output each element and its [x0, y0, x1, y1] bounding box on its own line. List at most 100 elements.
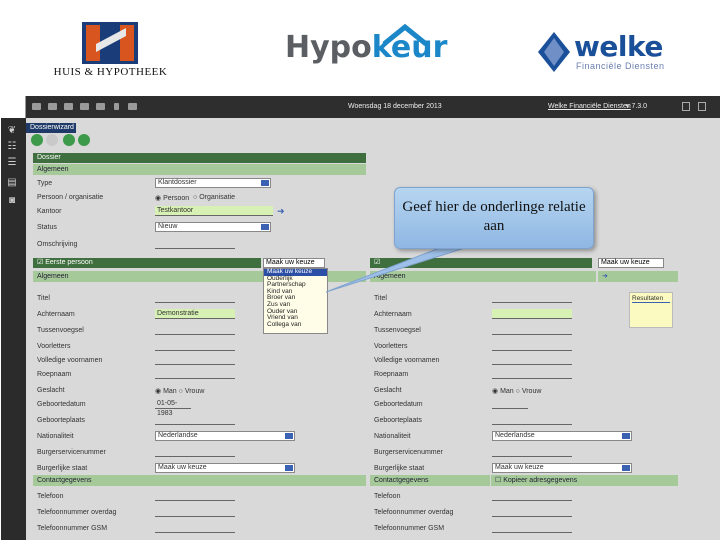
contact-input[interactable] [492, 507, 572, 517]
left-field-input[interactable] [155, 415, 235, 425]
right-civil-state-select[interactable]: Maak uw keuze [492, 463, 632, 473]
right-field-input[interactable] [492, 399, 528, 409]
left-row: Nationaliteit Nederlandse [33, 430, 366, 444]
forward-icon[interactable] [46, 134, 58, 146]
right-row: Volledige voornamen [370, 354, 596, 368]
kantoor-field[interactable]: Testkantoor [155, 206, 273, 216]
right-field-input[interactable] [492, 341, 572, 351]
close-icon[interactable] [698, 102, 706, 111]
check-icon[interactable] [63, 134, 75, 146]
right-field-input[interactable] [492, 447, 572, 457]
relation-select-left[interactable]: Maak uw keuze [263, 258, 325, 268]
welke-subtext: Financiële Diensten [576, 61, 665, 71]
sliders-icon[interactable]: ☰ [6, 158, 18, 168]
back-icon[interactable] [31, 134, 43, 146]
left-field-input[interactable] [155, 341, 235, 351]
left-field-input[interactable] [155, 369, 235, 379]
right-gender-radios[interactable]: ◉ Man ○ Vrouw [492, 387, 541, 395]
left-field-input[interactable] [155, 447, 235, 457]
result-label: Resultaten [632, 295, 670, 303]
right-field-label: Voorletters [374, 343, 408, 350]
right-field-input[interactable] [492, 355, 572, 365]
left-contact-row: Telefoonnummer overdag [33, 506, 366, 520]
copy-address-cell[interactable]: ☐ Kopieer adresgegevens [491, 475, 678, 486]
hypokeur-logo: Hypokeur [285, 24, 447, 80]
first-person-header: ☑ Eerste persoon [33, 258, 261, 268]
right-contact-row: Telefoonnummer overdag [370, 506, 596, 520]
right-field-label: Roepnaam [374, 371, 409, 378]
monitor-icon[interactable] [32, 103, 41, 110]
office-link[interactable]: Welke Financiële Diensten [548, 103, 631, 110]
right-row: Titel [370, 292, 596, 306]
left-row: Burgerlijke staat Maak uw keuze [33, 462, 366, 476]
left-field-label: Tussenvoegsel [37, 327, 84, 334]
left-nationality-select[interactable]: Nederlandse [155, 431, 295, 441]
leaf-icon[interactable]: ❦ [6, 126, 18, 136]
row-kantoor: Kantoor Testkantoor ➜ [33, 205, 366, 219]
relation-select-right-value: Maak uw keuze [601, 259, 650, 266]
radio-organisatie[interactable]: ○ Organisatie [193, 194, 235, 201]
right-field-input[interactable] [492, 309, 572, 319]
left-field-input[interactable]: 01-05-1983 [155, 399, 191, 417]
radio-persoon[interactable]: ◉ Persoon [155, 194, 189, 202]
left-field-input[interactable] [155, 325, 235, 335]
left-civil-state-select[interactable]: Maak uw keuze [155, 463, 295, 473]
right-field-input[interactable] [492, 415, 572, 425]
select-value: Maak uw keuze [495, 464, 544, 471]
huis-hypotheek-mark-icon [82, 22, 138, 64]
contact-input[interactable] [155, 491, 235, 501]
right-field-input[interactable] [492, 293, 572, 303]
calendar-icon[interactable] [48, 103, 57, 110]
arrow-right-icon[interactable]: ➜ [277, 206, 285, 217]
right-nationality-select[interactable]: Nederlandse [492, 431, 632, 441]
arrow-right-icon[interactable]: ➜ [602, 273, 608, 280]
type-select[interactable]: Klantdossier [155, 178, 271, 188]
right-row: Tussenvoegsel [370, 324, 596, 338]
left-row: Volledige voornamen [33, 354, 366, 368]
right-action-cell: ➜ [598, 271, 678, 282]
contact-input[interactable] [155, 523, 235, 533]
welke-diamond-icon [538, 32, 570, 72]
mail-icon[interactable] [96, 103, 105, 110]
chart-icon[interactable]: ▤ [6, 178, 18, 188]
contact-input[interactable] [155, 507, 235, 517]
left-field-label: Voorletters [37, 343, 71, 350]
people-icon[interactable]: ☷ [6, 142, 18, 152]
left-field-label: Titel [37, 295, 50, 302]
right-row: Geboortedatum [370, 398, 596, 412]
kantoor-label: Kantoor [37, 208, 62, 215]
left-field-label: Geslacht [37, 387, 65, 394]
tools-icon[interactable] [128, 103, 137, 110]
relation-dropdown[interactable]: Maak uw keuze Ouderlijk Partnerschap Kind v… [263, 268, 328, 334]
relation-select-right[interactable]: Maak uw keuze [598, 258, 664, 268]
image-icon[interactable] [64, 103, 73, 110]
refresh-icon[interactable] [78, 134, 90, 146]
right-field-label: Burgerlijke staat [374, 465, 425, 472]
left-field-input[interactable]: Demonstratie [155, 309, 235, 319]
left-gender-radios[interactable]: ◉ Man ○ Vrouw [155, 387, 204, 395]
copy-address-label: Kopieer adresgegevens [503, 477, 578, 484]
contact-input[interactable] [492, 523, 572, 533]
left-field-input[interactable] [155, 355, 235, 365]
info-icon[interactable] [114, 103, 119, 110]
minimize-icon[interactable] [682, 102, 690, 111]
right-contact-row: Telefoon [370, 490, 596, 504]
wizard-title: Dossierwizard [26, 123, 76, 133]
right-contact-section: Contactgegevens [370, 475, 490, 486]
omschrijving-field[interactable] [155, 239, 235, 249]
right-field-label: Titel [374, 295, 387, 302]
welke-logo: welke Financiële Diensten [536, 30, 696, 80]
row-status: Status Nieuw [33, 221, 366, 235]
row-omschrijving: Omschrijving [33, 238, 366, 252]
contact-input[interactable] [492, 491, 572, 501]
right-field-input[interactable] [492, 325, 572, 335]
left-field-label: Achternaam [37, 311, 75, 318]
camera-icon[interactable]: ◙ [6, 196, 18, 206]
right-field-input[interactable] [492, 369, 572, 379]
left-field-input[interactable] [155, 293, 235, 303]
left-field-label: Burgerlijke staat [37, 465, 88, 472]
relation-option[interactable]: Collega van [264, 321, 327, 329]
status-select[interactable]: Nieuw [155, 222, 271, 232]
right-algemeen: Algemeen [370, 271, 596, 282]
video-icon[interactable] [80, 103, 89, 110]
